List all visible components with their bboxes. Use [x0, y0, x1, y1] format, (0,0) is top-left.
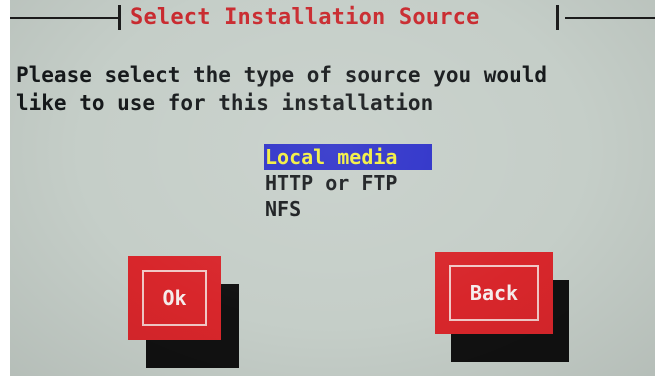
- back-button-label: Back: [449, 265, 539, 321]
- dialog-border-tick-right: [556, 5, 559, 30]
- source-type-list[interactable]: Local media HTTP or FTP NFS: [264, 144, 439, 222]
- back-button[interactable]: Back: [435, 252, 553, 334]
- installer-screen: Select Installation Source Please select…: [10, 0, 655, 376]
- source-option-nfs[interactable]: NFS: [264, 196, 439, 222]
- dialog-border-tick-left: [118, 5, 121, 30]
- prompt-text-line-1: Please select the type of source you wou…: [16, 63, 548, 87]
- dialog-border-left: [10, 17, 119, 19]
- source-option-http-ftp[interactable]: HTTP or FTP: [264, 170, 439, 196]
- dialog-border-right: [565, 17, 655, 19]
- ok-button[interactable]: Ok: [128, 256, 221, 340]
- source-option-local-media[interactable]: Local media: [264, 144, 432, 170]
- prompt-text-line-2: like to use for this installation: [16, 91, 434, 115]
- dialog-title: Select Installation Source: [130, 5, 480, 30]
- ok-button-label: Ok: [142, 270, 207, 326]
